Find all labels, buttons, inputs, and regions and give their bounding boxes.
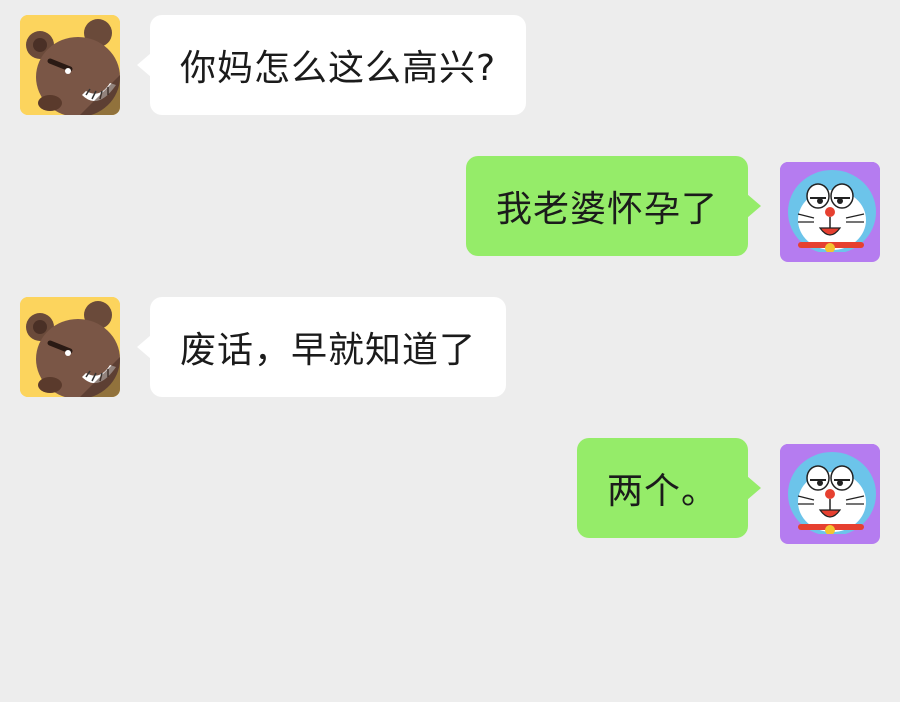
message-bubble-incoming[interactable]: 废话，早就知道了: [136, 297, 507, 397]
message-text: 你妈怎么这么高兴?: [180, 48, 497, 89]
blue-robot-cat-avatar-icon[interactable]: [780, 444, 880, 544]
message-bubble-outgoing[interactable]: 两个。: [576, 438, 762, 538]
message-bubble-outgoing[interactable]: 我老婆怀孕了: [465, 156, 762, 256]
message-text: 两个。: [606, 471, 718, 512]
bear-avatar-icon[interactable]: [20, 15, 120, 115]
chat-conversation: 你妈怎么这么高兴? 我老婆怀孕了 废话，早就知道了 两个。: [0, 0, 900, 702]
blue-robot-cat-avatar-icon[interactable]: [780, 162, 880, 262]
message-bubble-incoming[interactable]: 你妈怎么这么高兴?: [136, 15, 527, 115]
message-text: 废话，早就知道了: [180, 330, 477, 371]
message-row: 你妈怎么这么高兴?: [0, 0, 900, 120]
message-row: 两个。: [0, 422, 900, 552]
message-row: 我老婆怀孕了: [0, 140, 900, 270]
bear-avatar-icon[interactable]: [20, 297, 120, 397]
message-row: 废话，早就知道了: [0, 282, 900, 402]
message-text: 我老婆怀孕了: [495, 189, 718, 230]
